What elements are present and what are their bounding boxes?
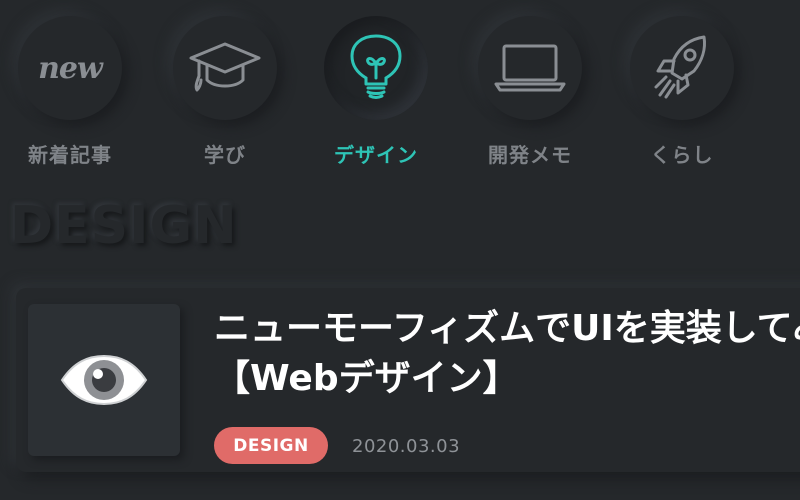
rocket-icon	[654, 35, 706, 99]
article-thumbnail[interactable]	[28, 304, 180, 456]
new-icon: new	[38, 50, 103, 86]
page: new 新着記事 学び デザイン 開発メモ くらし DESIGN ニューモーフィ…	[0, 0, 800, 500]
nav-button-dev-notes[interactable]	[478, 16, 582, 120]
nav-item-dev-notes[interactable]: 開発メモ	[460, 0, 600, 180]
nav-button-learning[interactable]	[173, 16, 277, 120]
category-nav: new 新着記事 学び デザイン 開発メモ くらし	[0, 0, 800, 180]
nav-item-life[interactable]: くらし	[612, 0, 752, 180]
lightbulb-icon	[350, 34, 402, 99]
nav-label-dev-notes: 開発メモ	[488, 143, 572, 167]
article-title-line-1[interactable]: ニューモーフィズムでUIを実装してみた	[214, 304, 800, 354]
article-title-line-2[interactable]: 【Webデザイン】	[214, 354, 800, 404]
eye-icon	[60, 354, 148, 406]
section-title: DESIGN	[10, 196, 238, 256]
nav-button-design[interactable]	[324, 16, 428, 120]
graduation-cap-icon	[189, 42, 261, 92]
nav-item-design[interactable]: デザイン	[306, 0, 446, 180]
article-title[interactable]: ニューモーフィズムでUIを実装してみた 【Webデザイン】	[214, 304, 800, 404]
nav-label-life: くらし	[650, 143, 714, 167]
category-badge[interactable]: DESIGN	[214, 427, 328, 464]
nav-label-learning: 学び	[204, 143, 246, 167]
nav-button-new[interactable]: new	[18, 16, 122, 120]
nav-item-learning[interactable]: 学び	[155, 0, 295, 180]
laptop-icon	[494, 44, 566, 92]
nav-label-design: デザイン	[334, 143, 418, 167]
article-date: 2020.03.03	[352, 436, 461, 457]
nav-label-new: 新着記事	[28, 143, 112, 167]
nav-button-life[interactable]	[630, 16, 734, 120]
nav-item-new[interactable]: new 新着記事	[0, 0, 140, 180]
